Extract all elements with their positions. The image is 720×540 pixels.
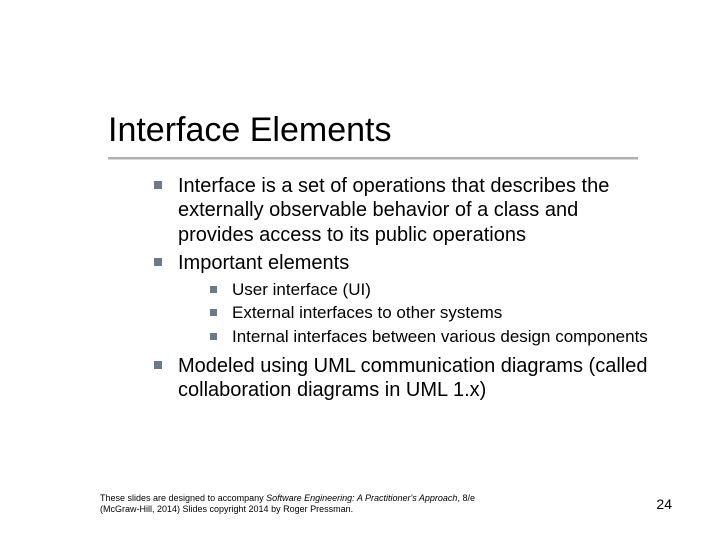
title-underline [108,157,638,160]
sub-bullet-item: Internal interfaces between various desi… [206,327,648,348]
sub-bullet-item: User interface (UI) [206,280,648,301]
bullet-text: Modeled using UML communication diagrams… [178,355,647,401]
sub-bullet-text: External interfaces to other systems [232,303,502,322]
bullet-list: Interface is a set of operations that de… [148,174,648,403]
footer-line2: (McGraw-Hill, 2014) Slides copyright 201… [100,504,353,514]
footer-book-title: Software Engineering: A Practitioner's A… [266,493,457,503]
bullet-item: Important elements User interface (UI) E… [148,251,648,348]
title-block: Interface Elements [108,112,660,160]
footer-attribution: These slides are designed to accompany S… [100,493,580,516]
bullet-item: Modeled using UML communication diagrams… [148,354,648,403]
bullet-text: Interface is a set of operations that de… [178,175,609,246]
slide-title: Interface Elements [108,112,660,155]
sub-bullet-list: User interface (UI) External interfaces … [178,280,648,348]
footer-suffix: , 8/e [457,493,475,503]
bullet-text: Important elements [178,252,349,274]
footer-prefix: These slides are designed to accompany [100,493,266,503]
sub-bullet-item: External interfaces to other systems [206,303,648,324]
bullet-item: Interface is a set of operations that de… [148,174,648,247]
sub-bullet-text: Internal interfaces between various desi… [232,327,648,346]
page-number: 24 [656,496,672,512]
sub-bullet-text: User interface (UI) [232,280,371,299]
slide-body: Interface is a set of operations that de… [148,174,648,407]
slide: Interface Elements Interface is a set of… [0,0,720,540]
